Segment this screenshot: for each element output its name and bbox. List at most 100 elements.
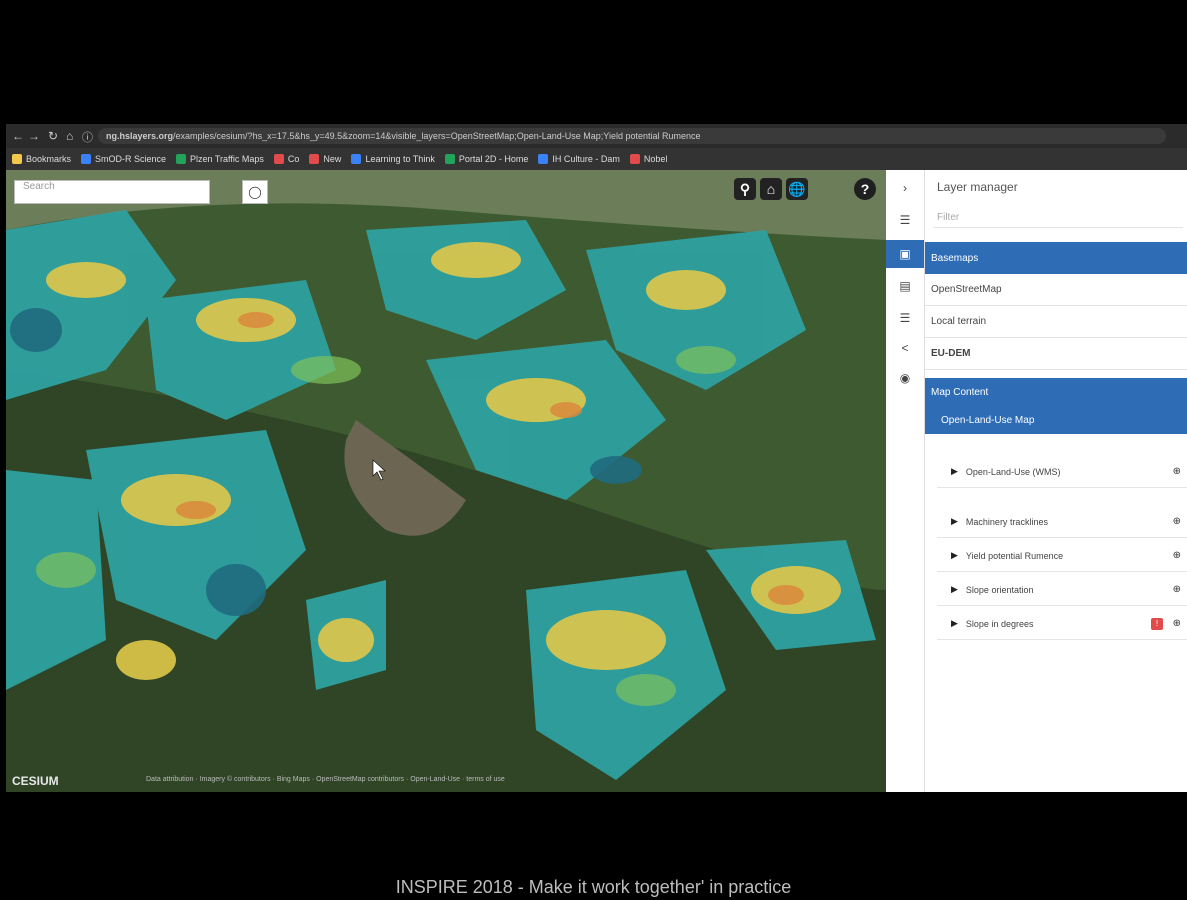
panel-icon-bar: › ☰ ▣ ▤ ☰ < ◉ [886,170,925,792]
bookmarks-bar: Bookmarks SmOD-R Science Plzen Traffic Map… [6,148,1187,170]
layer-info-icon[interactable]: ⊕ [1173,584,1181,595]
chevron-right-icon: › [903,181,907,195]
layer-row-label: Local terrain [931,316,987,327]
bookmark-icon [309,154,320,164]
bookmark-item[interactable]: Portal 2D - Home [444,154,528,164]
sublayer-row[interactable]: ▶ Slope in degrees ⊕! [937,608,1187,640]
expand-caret-icon[interactable]: ▶ [951,618,958,629]
search-icon: ◯ [248,185,262,199]
bookmark-icon [629,154,640,164]
share-button[interactable]: < [886,334,924,362]
legend-icon: ▤ [899,279,911,293]
bookmark-item[interactable]: IH Culture - Dam [538,154,620,164]
back-icon[interactable]: ← [12,129,24,143]
layer-row[interactable]: Basemaps [925,242,1187,274]
bookmark-label: SmOD-R Science [95,154,167,164]
layer-row-label: EU-DEM [931,348,971,359]
bookmark-item[interactable]: New [309,154,341,164]
sublayer-row[interactable]: ▶ Yield potential Rumence ⊕ [937,540,1187,572]
sublayer-label: Yield potential Rumence [965,550,1064,561]
menu-button[interactable]: ☰ [886,206,924,234]
layer-row[interactable]: EU-DEM [925,338,1187,370]
forward-icon[interactable]: → [28,129,40,143]
layer-row[interactable]: Open-Land-Use Map [925,406,1187,434]
home-icon[interactable]: ⌂ [66,129,73,143]
url-input[interactable]: ng.hslayers.org/examples/cesium/?hs_x=17… [98,128,1166,144]
browser-address-bar: ← → ↻ ⌂ ⓘ ng.hslayers.org/examples/cesiu… [6,124,1187,148]
bookmark-item[interactable]: Learning to Think [351,154,435,164]
expand-caret-icon[interactable]: ▶ [951,550,958,561]
collapse-panel-button[interactable]: › [886,174,924,202]
layer-row-label: Basemaps [931,252,979,264]
layers-icon: ▣ [899,247,911,261]
screen-recording: ← → ↻ ⌂ ⓘ ng.hslayers.org/examples/cesiu… [6,124,1187,792]
bookmark-icon [273,154,284,164]
bookmark-item[interactable]: Nobel [629,154,667,164]
layer-row-label: Map Content [931,386,989,398]
sublayer-row[interactable]: ▶ Machinery tracklines ⊕ [937,506,1187,538]
cesium-logo: CESIUM [12,774,59,788]
layer-info-icon[interactable]: ⊕ [1173,516,1181,527]
expand-caret-icon[interactable]: ▶ [951,584,958,595]
bookmark-label: IH Culture - Dam [552,154,620,164]
map-search-placeholder: Search [23,181,55,192]
legend-button[interactable]: ▤ [886,272,924,300]
sublayer-row[interactable]: ▶ Open-Land-Use (WMS) ⊕ [937,456,1187,488]
layer-row-label: Open-Land-Use Map [941,414,1035,426]
layer-row[interactable]: OpenStreetMap [925,274,1187,306]
expand-caret-icon[interactable]: ▶ [951,516,958,527]
sublayer-row[interactable]: ▶ Slope orientation ⊕ [937,574,1187,606]
info-icon: ⓘ [82,132,93,144]
help-button[interactable]: ? [854,178,876,200]
stack-icon: ☰ [899,311,911,325]
layer-row-label: OpenStreetMap [931,284,1002,295]
sublayer-label: Slope orientation [965,584,1034,595]
magnifier-icon: ⚲ [739,180,751,197]
layers-button[interactable]: ▣ [886,240,924,268]
cesium-map[interactable]: Search ◯ ⚲ ⌂ 🌐 ? CESIUM Data attribution… [6,170,886,792]
terrain-and-yield-layer [6,170,886,792]
filter-placeholder: Filter [937,212,960,223]
layer-row[interactable]: Local terrain [925,306,1187,338]
zoom-search-button[interactable]: ⚲ [734,178,756,200]
bookmark-label: New [323,154,342,164]
info-button[interactable]: ◉ [886,364,924,392]
layer-manager-panel: Layer manager Filter Basemaps OpenStreetM… [925,170,1187,792]
map-search-button[interactable]: ◯ [242,180,268,204]
bookmark-item[interactable]: Bookmarks [12,154,71,164]
video-caption: INSPIRE 2018 - Make it work together' in… [395,877,792,897]
bookmark-icon [176,154,187,164]
reload-icon[interactable]: ↻ [48,129,58,143]
layer-row[interactable]: Map Content [925,378,1187,406]
filter-input[interactable]: Filter [933,208,1183,228]
bookmark-item[interactable]: SmOD-R Science [81,154,166,164]
bookmark-item[interactable]: Plzen Traffic Maps [176,154,264,164]
bookmark-item[interactable]: Co [273,154,300,164]
bookmark-label: Learning to Think [365,154,435,164]
bookmark-icon [538,154,549,164]
globe-icon: 🌐 [788,180,806,197]
bookmark-label: Plzen Traffic Maps [190,154,264,164]
share-icon: < [901,341,909,355]
warning-icon: ! [1151,617,1163,630]
globe-button[interactable]: 🌐 [786,178,808,200]
home-view-button[interactable]: ⌂ [760,178,782,200]
sublayer-label: Open-Land-Use (WMS) [965,466,1061,477]
bookmark-icon [351,154,362,164]
sublayer-label: Slope in degrees [965,618,1034,629]
bookmark-label: Co [287,154,300,164]
compositions-button[interactable]: ☰ [886,304,924,332]
sublayer-label: Machinery tracklines [965,516,1048,527]
layer-info-icon[interactable]: ⊕ [1173,466,1181,477]
house-icon: ⌂ [766,181,776,197]
panel-title: Layer manager [937,180,1018,194]
map-search-input[interactable]: Search [14,180,210,204]
list-icon: ☰ [899,213,911,227]
bookmark-icon [444,154,455,164]
url-path: /examples/cesium/?hs_x=17.5&hs_y=49.5&zo… [173,131,701,141]
layer-info-icon[interactable]: ⊕ [1173,618,1181,629]
layer-info-icon[interactable]: ⊕ [1173,550,1181,561]
expand-caret-icon[interactable]: ▶ [951,466,958,477]
bookmark-icon [81,154,92,164]
map-attribution: Data attribution · Imagery © contributor… [146,776,505,783]
